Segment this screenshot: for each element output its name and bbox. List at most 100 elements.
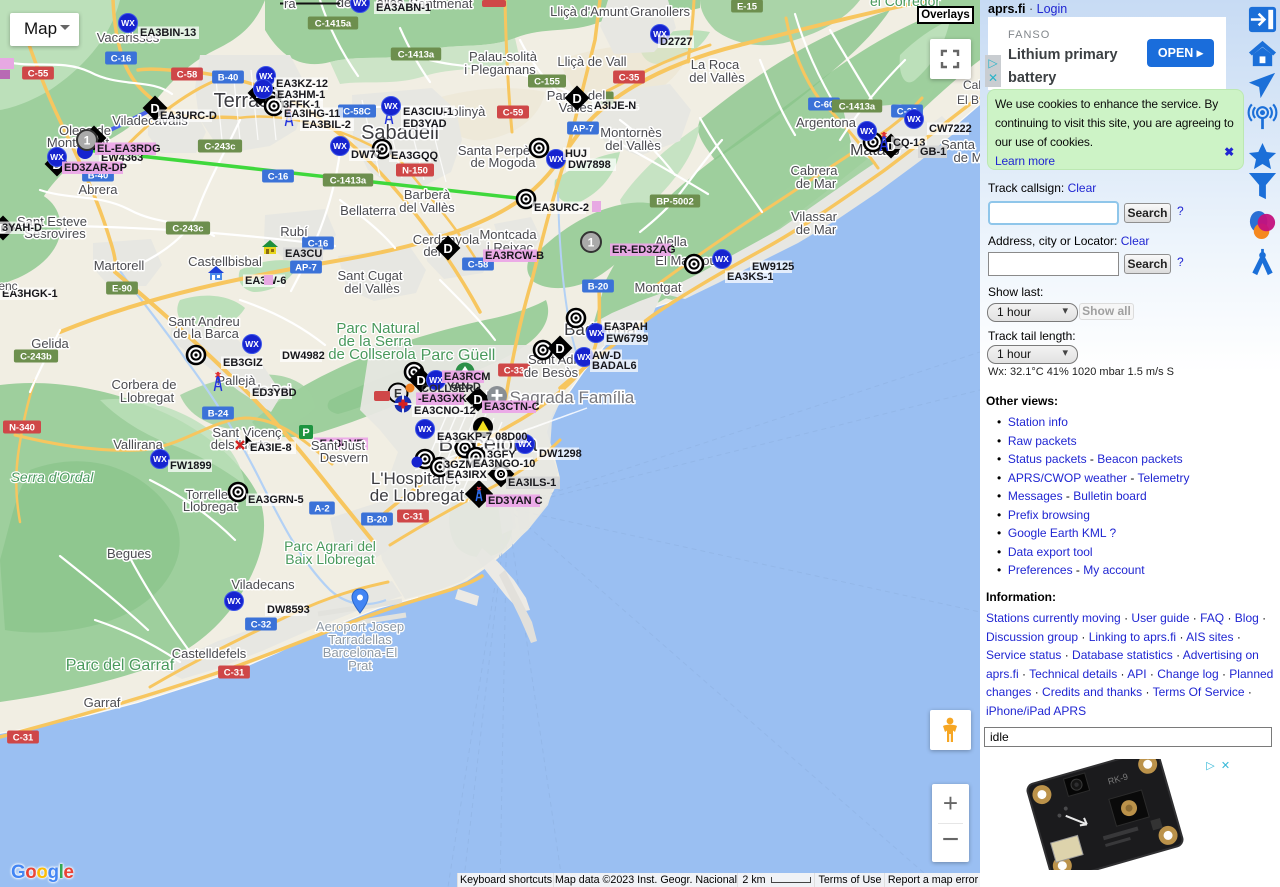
svg-text:EA3CTN-C: EA3CTN-C <box>484 401 540 413</box>
svg-text:AP-7: AP-7 <box>572 124 594 135</box>
svg-text:C-243c: C-243c <box>204 142 235 153</box>
svg-text:DW7898: DW7898 <box>568 159 611 171</box>
svg-text:enc: enc <box>0 279 18 293</box>
svg-text:Llobregat: Llobregat <box>183 499 238 514</box>
svg-text:AP-7: AP-7 <box>295 263 317 274</box>
svg-text:A3IJE-N: A3IJE-N <box>594 100 636 112</box>
svg-text:CW7222: CW7222 <box>929 123 972 135</box>
svg-text:EA3URC-2: EA3URC-2 <box>534 202 589 214</box>
svg-text:Rubí: Rubí <box>280 224 308 239</box>
svg-text:Vallirana: Vallirana <box>113 437 163 452</box>
svg-text:P: P <box>302 427 309 439</box>
svg-text:A-2: A-2 <box>314 504 329 515</box>
svg-text:EA3GQQ: EA3GQQ <box>391 150 439 162</box>
svg-text:Serra d'Ordal: Serra d'Ordal <box>11 469 95 485</box>
svg-text:Begues: Begues <box>107 546 152 561</box>
svg-text:B-24: B-24 <box>208 409 229 420</box>
svg-text:C-16: C-16 <box>111 54 132 65</box>
svg-text:Prat: Prat <box>348 658 372 673</box>
svg-text:C-1415a: C-1415a <box>315 19 352 30</box>
svg-text:C-55: C-55 <box>28 69 49 80</box>
svg-text:del Vallès: del Vallès <box>689 70 745 85</box>
svg-text:BADAL6: BADAL6 <box>592 360 637 372</box>
svg-text:DW4982: DW4982 <box>282 350 325 362</box>
svg-text:Cal: Cal <box>963 78 980 92</box>
svg-text:del Vallès: del Vallès <box>344 281 400 296</box>
svg-text:ER-ED3ZAG: ER-ED3ZAG <box>612 244 676 256</box>
svg-text:FW1899: FW1899 <box>170 460 212 472</box>
svg-text:C-35: C-35 <box>619 73 640 84</box>
svg-text:de Besòs: de Besòs <box>524 365 579 380</box>
svg-text:EA3BIL-2: EA3BIL-2 <box>302 119 351 131</box>
svg-text:EA3IRX: EA3IRX <box>447 469 487 481</box>
svg-text:ED3YBD: ED3YBD <box>252 387 297 399</box>
svg-text:Martorell: Martorell <box>94 258 145 273</box>
svg-text:de la Barca: de la Barca <box>173 326 240 341</box>
svg-text:de M: de M <box>954 150 980 165</box>
svg-text:C-33: C-33 <box>504 366 525 377</box>
svg-text:1: 1 <box>84 134 91 148</box>
svg-text:C-32: C-32 <box>251 620 272 631</box>
svg-text:EA3URC-D: EA3URC-D <box>160 110 217 122</box>
svg-text:EW6799: EW6799 <box>606 333 648 345</box>
svg-text:DW1298: DW1298 <box>539 448 582 460</box>
svg-text:E-15: E-15 <box>737 2 758 13</box>
svg-text:C-58C: C-58C <box>343 107 371 118</box>
svg-text:C-16: C-16 <box>268 172 289 183</box>
svg-text:Lliçà de Vall: Lliçà de Vall <box>557 54 626 69</box>
svg-text:EA3ABN-1: EA3ABN-1 <box>376 2 431 14</box>
svg-text:C-58: C-58 <box>177 70 198 81</box>
svg-text:Garraf: Garraf <box>84 695 121 710</box>
svg-text:GB-1: GB-1 <box>920 146 946 158</box>
svg-text:del Vallès: del Vallès <box>605 138 661 153</box>
svg-text:B-20: B-20 <box>588 282 609 293</box>
svg-text:DW77: DW77 <box>351 149 382 161</box>
svg-text:C-243b: C-243b <box>20 352 52 363</box>
svg-text:C-243c: C-243c <box>172 224 203 235</box>
svg-text:de Mar: de Mar <box>796 176 837 191</box>
svg-text:ED3YAD: ED3YAD <box>403 118 447 130</box>
svg-text:EA3GRN-5: EA3GRN-5 <box>248 494 304 506</box>
svg-text:D2727: D2727 <box>660 36 692 48</box>
svg-text:Argentona: Argentona <box>796 115 857 130</box>
svg-text:ra: ra <box>284 0 296 11</box>
svg-text:Lliçà d'Amunt: Lliçà d'Amunt <box>550 4 628 19</box>
svg-text:N-150: N-150 <box>402 166 428 177</box>
svg-text:C-31: C-31 <box>403 512 424 523</box>
svg-text:EA3PAH: EA3PAH <box>604 321 648 333</box>
svg-text:C-155: C-155 <box>534 77 561 88</box>
svg-text:EA3ILS-1: EA3ILS-1 <box>508 477 556 489</box>
svg-text:El B: El B <box>957 93 979 107</box>
svg-text:de: de <box>337 0 351 10</box>
svg-text:de Mar: de Mar <box>796 222 837 237</box>
svg-text:EA3CNO-12: EA3CNO-12 <box>414 405 476 417</box>
svg-text:Parc Güell: Parc Güell <box>421 347 496 364</box>
svg-text:C-31: C-31 <box>224 668 245 679</box>
svg-text:E-90: E-90 <box>112 284 132 295</box>
svg-text:de Collserola: de Collserola <box>328 346 416 363</box>
svg-text:BP-5002: BP-5002 <box>656 197 694 208</box>
svg-text:EA3GKP-7 08D00: EA3GKP-7 08D00 <box>437 431 528 443</box>
svg-text:C-60: C-60 <box>814 100 835 111</box>
svg-text:Abrera: Abrera <box>78 182 118 197</box>
svg-text:N-340: N-340 <box>9 423 35 434</box>
svg-text:1: 1 <box>588 236 595 250</box>
svg-text:3YAH-D: 3YAH-D <box>2 222 42 234</box>
svg-text:C-59: C-59 <box>503 108 524 119</box>
svg-text:Bellaterra: Bellaterra <box>340 203 396 218</box>
svg-text:Viladecans: Viladecans <box>231 577 295 592</box>
svg-text:EL-EA3RDG: EL-EA3RDG <box>97 143 161 155</box>
svg-text:C-1413a: C-1413a <box>398 50 435 61</box>
svg-text:Granollers: Granollers <box>630 4 690 19</box>
svg-text:EA3IE-8: EA3IE-8 <box>250 442 292 454</box>
svg-text:C-1413a: C-1413a <box>839 102 876 113</box>
svg-text:B-20: B-20 <box>367 515 388 526</box>
svg-text:Parc del Garraf: Parc del Garraf <box>66 657 175 674</box>
svg-text:EB3GIZ: EB3GIZ <box>223 357 263 369</box>
svg-text:Castellbisbal: Castellbisbal <box>188 254 262 269</box>
svg-text:DW8593: DW8593 <box>267 604 310 616</box>
svg-text:EA3KS-1: EA3KS-1 <box>727 271 773 283</box>
svg-text:del Vallès: del Vallès <box>399 200 455 215</box>
svg-text:YAN-D: YAN-D <box>447 381 481 393</box>
svg-text:i Plegamans: i Plegamans <box>464 62 536 77</box>
